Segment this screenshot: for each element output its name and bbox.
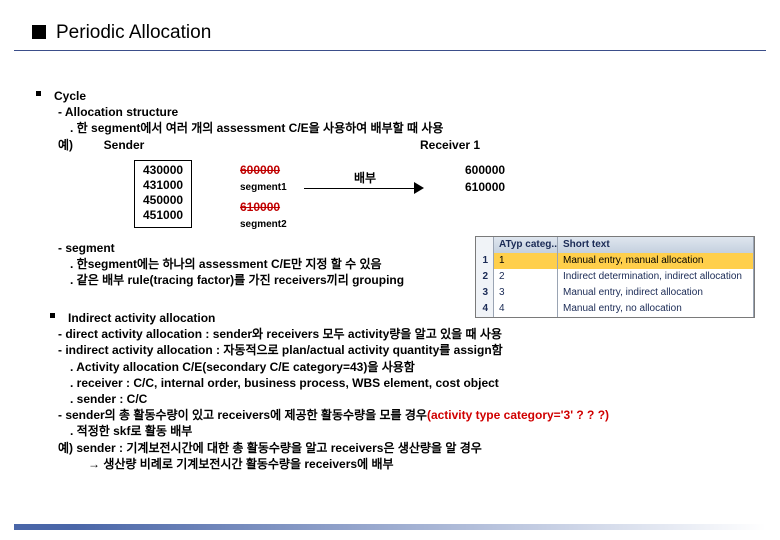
cell-idx: 1 <box>476 253 494 269</box>
cell-idx: 3 <box>476 285 494 301</box>
cell-short: Indirect determination, indirect allocat… <box>558 269 754 285</box>
heading-iaa: Indirect activity allocation <box>68 310 740 326</box>
footer-accent <box>14 524 766 530</box>
iaa-section: Indirect activity allocation - direct ac… <box>40 310 740 472</box>
example-row: 예) Sender Receiver 1 <box>58 137 760 153</box>
title-bullet-icon <box>32 25 46 39</box>
sender-val-3: 450000 <box>143 193 183 208</box>
iaa-l1: - direct activity allocation : sender와 r… <box>58 326 740 342</box>
arrow-label: 배부 <box>354 170 376 186</box>
sender-val-2: 431000 <box>143 178 183 193</box>
iaa-l2: - indirect activity allocation : 자동적으로 p… <box>58 342 740 358</box>
page-title: Periodic Allocation <box>32 22 211 44</box>
cell-atyp: 2 <box>494 269 558 285</box>
col-atyp: ATyp categ... <box>494 237 558 253</box>
cell-short: Manual entry, indirect allocation <box>558 285 754 301</box>
cell-atyp: 3 <box>494 285 558 301</box>
table-header: ATyp categ... Short text <box>476 237 754 253</box>
iaa-l3: . Activity allocation C/E(secondary C/E … <box>70 359 740 375</box>
segment2-label: segment2 <box>240 219 287 230</box>
bullet-icon <box>36 91 41 96</box>
cell-idx: 2 <box>476 269 494 285</box>
line-segment-1: . 한segment에는 하나의 assessment C/E만 지정 할 수 … <box>70 256 404 272</box>
receiver-column-label: Receiver 1 <box>420 137 540 153</box>
receiver-val-2: 610000 <box>465 179 505 196</box>
iaa-l9: → 생산량 비례로 기계보전시간 활동수량을 receivers에 배부 <box>88 456 740 472</box>
heading-cycle: Cycle <box>54 88 760 104</box>
body: Cycle - Allocation structure . 한 segment… <box>40 88 760 153</box>
iaa-l6: - sender의 총 활동수량이 있고 receivers에 제공한 활동수량… <box>58 407 740 423</box>
segment1-value: 600000 <box>240 163 280 177</box>
segments-block: 600000 segment1 610000 segment2 <box>240 162 287 231</box>
receiver-val-1: 600000 <box>465 162 505 179</box>
table-row[interactable]: 3 3 Manual entry, indirect allocation <box>476 285 754 301</box>
cell-short: Manual entry, manual allocation <box>558 253 754 269</box>
iaa-l5: . sender : C/C <box>70 391 740 407</box>
title-text: Periodic Allocation <box>56 22 211 43</box>
line-alloc-detail: . 한 segment에서 여러 개의 assessment C/E을 사용하여… <box>70 120 760 136</box>
sender-val-1: 430000 <box>143 163 183 178</box>
iaa-l6a: - sender의 총 활동수량이 있고 receivers에 제공한 활동수량… <box>58 408 427 422</box>
col-short: Short text <box>558 237 754 253</box>
segment2-value: 610000 <box>240 200 280 214</box>
cell-atyp: 1 <box>494 253 558 269</box>
sender-val-4: 451000 <box>143 208 183 223</box>
slide: Periodic Allocation Cycle - Allocation s… <box>0 0 780 540</box>
iaa-l7: . 적정한 skf로 활동 배부 <box>70 423 740 439</box>
arrow-line-icon <box>304 188 416 189</box>
line-segment-head: - segment <box>58 240 404 256</box>
segment-section: - segment . 한segment에는 하나의 assessment C/… <box>40 240 404 289</box>
allocation-arrow: 배부 <box>304 168 434 212</box>
sender-box: 430000 431000 450000 451000 <box>134 160 192 228</box>
iaa-l6b: (activity type category='3' ? ? ?) <box>427 408 609 422</box>
sender-block: 430000 431000 450000 451000 <box>134 160 192 228</box>
arrow-right-icon <box>414 182 424 194</box>
title-divider <box>14 50 766 51</box>
col-idx <box>476 237 494 253</box>
example-label: 예) <box>58 137 84 153</box>
table-row[interactable]: 2 2 Indirect determination, indirect all… <box>476 269 754 285</box>
receiver-block: 600000 610000 <box>465 162 505 197</box>
segment1-label: segment1 <box>240 182 287 193</box>
line-segment-2: . 같은 배부 rule(tracing factor)를 가진 receive… <box>70 272 404 288</box>
iaa-l4: . receiver : C/C, internal order, busine… <box>70 375 740 391</box>
table-row[interactable]: 1 1 Manual entry, manual allocation <box>476 253 754 269</box>
sender-column-label: Sender <box>84 137 164 153</box>
bullet-icon <box>50 313 55 318</box>
atyp-table: ATyp categ... Short text 1 1 Manual entr… <box>475 236 755 318</box>
iaa-l8: 예) sender : 기계보전시간에 대한 총 활동수량을 알고 receiv… <box>58 440 740 456</box>
line-alloc-structure: - Allocation structure <box>58 104 760 120</box>
